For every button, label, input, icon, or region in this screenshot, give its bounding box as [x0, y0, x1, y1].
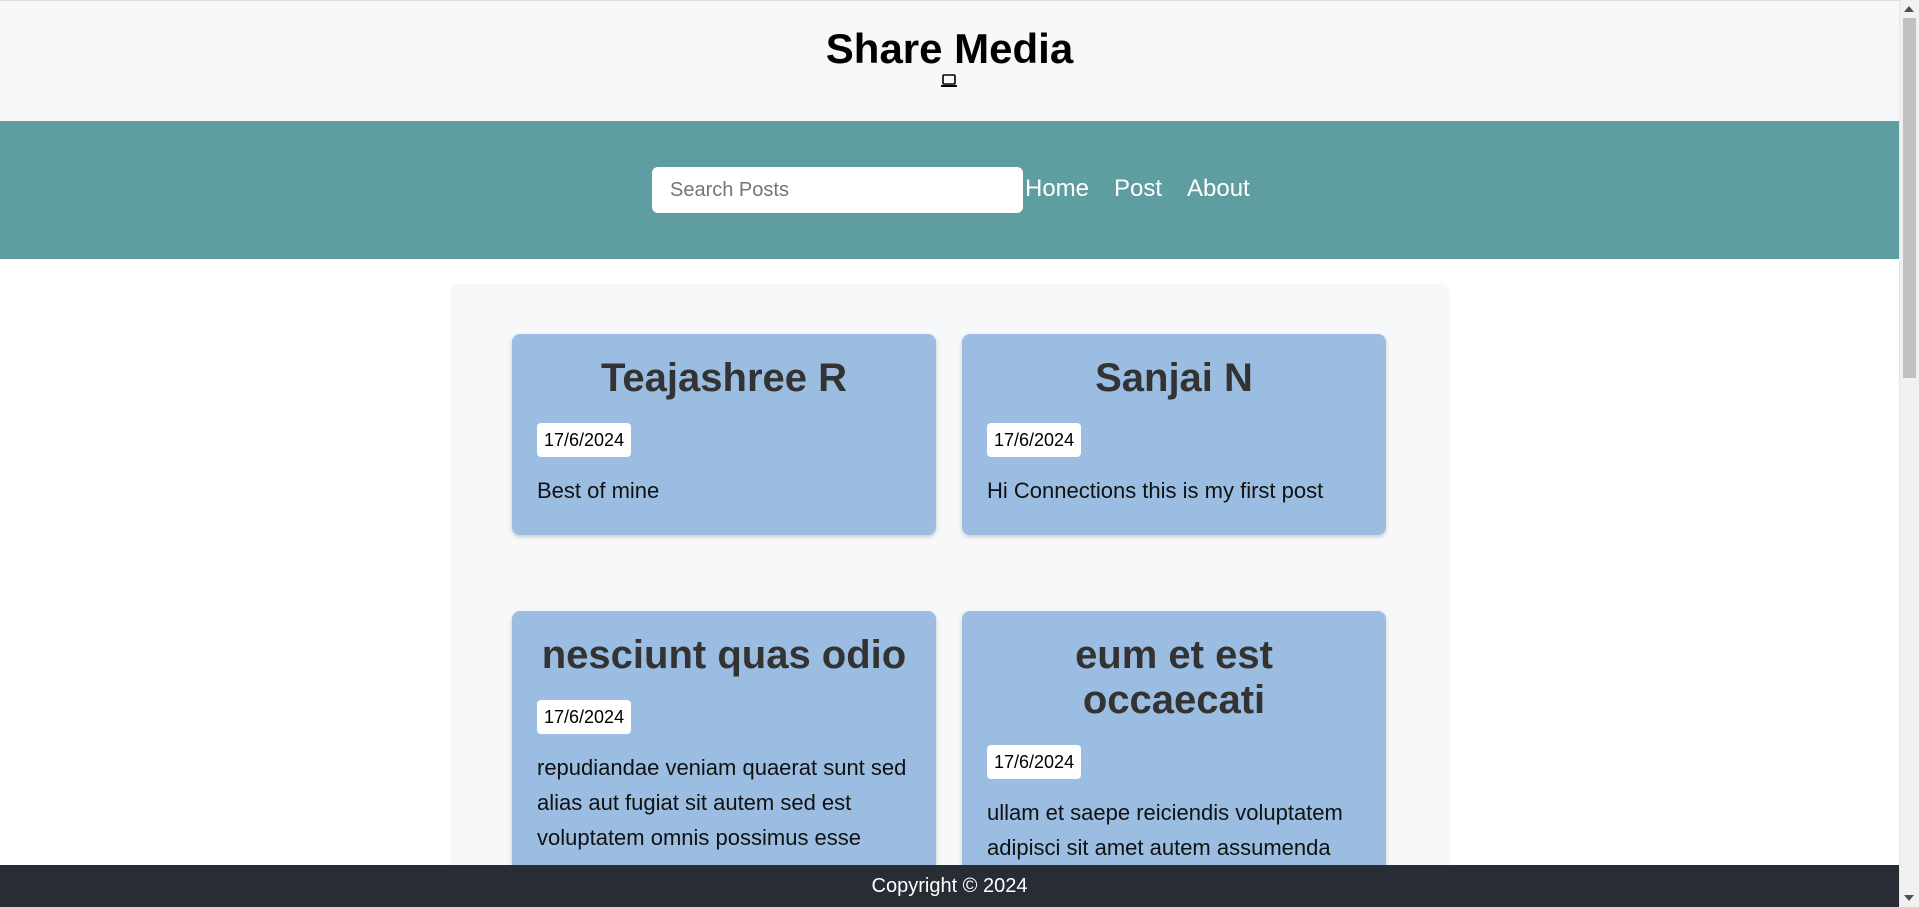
nav-link-post[interactable]: Post: [1114, 175, 1162, 203]
site-header: Share Media: [0, 0, 1899, 121]
post-body: ullam et saepe reiciendis voluptatem adi…: [987, 800, 1343, 860]
scrollbar-thumb[interactable]: [1903, 18, 1916, 378]
post-date: 17/6/2024: [987, 423, 1082, 457]
navbar: Home Post About: [0, 121, 1899, 259]
search-input[interactable]: [652, 167, 1023, 213]
post-date: 17/6/2024: [537, 700, 632, 734]
site-title: Share Media: [825, 25, 1074, 72]
post-card[interactable]: Sanjai N 17/6/2024 Hi Connections this i…: [962, 334, 1386, 535]
post-title: Teajashree R: [600, 356, 848, 400]
post-body: repudiandae veniam quaerat sunt sed alia…: [537, 755, 907, 850]
nav-link-about[interactable]: About: [1187, 175, 1250, 203]
post-title: Sanjai N: [1095, 356, 1253, 400]
post-card[interactable]: Teajashree R 17/6/2024 Best of mine: [512, 334, 936, 535]
posts-panel: Teajashree R 17/6/2024 Best of mine Sanj…: [450, 284, 1450, 907]
post-body: Best of mine: [537, 478, 660, 503]
post-body: Hi Connections this is my first post: [987, 478, 1324, 503]
post-date: 17/6/2024: [987, 745, 1082, 779]
scroll-down-arrow-icon[interactable]: [1904, 895, 1914, 901]
post-title: nesciunt quas odio: [541, 633, 907, 677]
post-date: 17/6/2024: [537, 423, 632, 457]
laptop-icon: [941, 74, 957, 87]
page: Share Media Home Post About Teajashree R…: [0, 0, 1919, 907]
vertical-scrollbar[interactable]: [1899, 0, 1919, 907]
post-card[interactable]: eum et est occaecati 17/6/2024 ullam et …: [962, 611, 1386, 907]
post-card[interactable]: nesciunt quas odio 17/6/2024 repudiandae…: [512, 611, 936, 907]
site-footer: Copyright © 2024: [0, 865, 1899, 907]
scroll-up-arrow-icon[interactable]: [1904, 6, 1914, 12]
copyright-text: Copyright © 2024: [871, 875, 1028, 897]
nav-link-home[interactable]: Home: [1025, 175, 1089, 203]
post-title: eum et est occaecati: [1075, 633, 1273, 722]
